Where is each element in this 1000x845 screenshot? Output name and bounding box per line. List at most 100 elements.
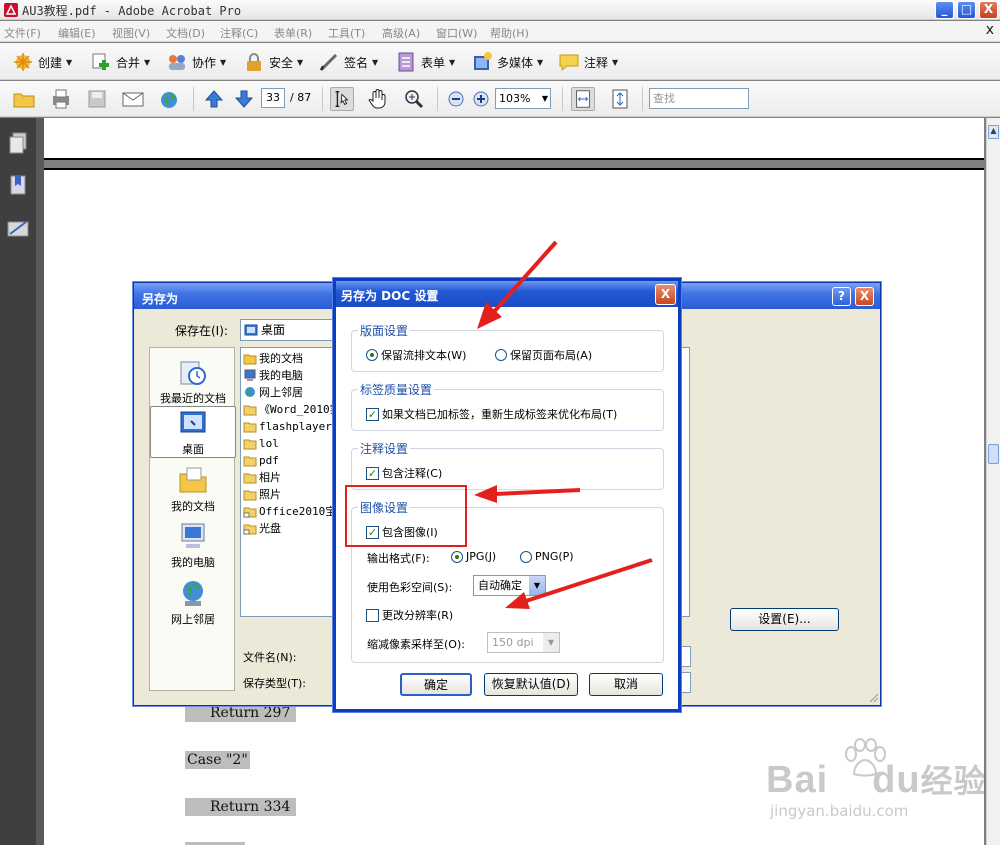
close-document-button[interactable]: x bbox=[986, 22, 994, 38]
place-network[interactable]: 网上邻居 bbox=[150, 577, 236, 627]
retag-option[interactable]: ✓ 如果文档已加标签，重新生成标签来优化布局(T) bbox=[366, 406, 617, 422]
ok-button[interactable]: 确定 bbox=[400, 673, 472, 696]
jpg-option[interactable]: JPG(J) bbox=[451, 550, 496, 563]
bookmarks-icon[interactable] bbox=[8, 174, 28, 196]
page-layout-radio[interactable] bbox=[495, 349, 507, 361]
file-item[interactable]: 网上邻居 bbox=[243, 384, 303, 400]
menu-document[interactable]: 文档(D) bbox=[166, 25, 205, 41]
place-my-computer[interactable]: 我的电脑 bbox=[150, 520, 236, 570]
multimedia-button[interactable]: 多媒体 ▼ bbox=[471, 51, 543, 73]
save-in-combo[interactable]: 桌面 bbox=[240, 319, 336, 341]
place-my-documents[interactable]: 我的文档 bbox=[150, 464, 236, 514]
include-comments-checkbox[interactable]: ✓ bbox=[366, 466, 379, 480]
select-text-icon[interactable] bbox=[330, 87, 354, 111]
sign-button[interactable]: 签名 ▼ bbox=[318, 51, 378, 73]
comment-icon bbox=[559, 54, 579, 72]
file-item[interactable]: 《Word_2010实 bbox=[243, 401, 341, 417]
file-item[interactable]: 我的文档 bbox=[243, 350, 303, 366]
cancel-button[interactable]: 取消 bbox=[589, 673, 663, 696]
forms-button[interactable]: 表单 ▼ bbox=[395, 51, 455, 73]
retag-checkbox[interactable]: ✓ bbox=[366, 407, 379, 421]
doc-settings-close-button[interactable]: X bbox=[655, 284, 676, 305]
recent-documents-icon bbox=[180, 361, 206, 385]
acrobat-icon bbox=[4, 3, 18, 17]
multimedia-icon bbox=[474, 52, 492, 70]
close-window-button[interactable]: X bbox=[979, 1, 998, 19]
code-line-return-334: Return 334 bbox=[185, 798, 297, 816]
desktop-icon bbox=[180, 411, 206, 433]
zoom-out-icon[interactable] bbox=[444, 87, 468, 111]
previous-page-icon[interactable] bbox=[202, 87, 226, 111]
flow-text-radio[interactable] bbox=[366, 349, 378, 361]
flow-text-option[interactable]: 保留流排文本(W) bbox=[366, 347, 466, 363]
scroll-up-icon[interactable]: ▲ bbox=[988, 125, 999, 139]
file-item[interactable]: lol bbox=[243, 435, 279, 451]
filetype-label: 保存类型(T): bbox=[243, 677, 307, 690]
file-item[interactable]: pdf bbox=[243, 452, 279, 468]
vertical-scrollbar[interactable]: ▲ bbox=[986, 118, 1000, 845]
menu-view[interactable]: 视图(V) bbox=[112, 25, 150, 41]
file-item[interactable]: 我的电脑 bbox=[243, 367, 303, 383]
file-item[interactable]: 光盘 bbox=[243, 520, 281, 536]
maximize-button[interactable]: □ bbox=[957, 1, 976, 19]
menu-file[interactable]: 文件(F) bbox=[4, 25, 41, 41]
collaborate-button[interactable]: 协作 ▼ bbox=[166, 51, 226, 73]
menu-edit[interactable]: 编辑(E) bbox=[58, 25, 96, 41]
folder-shortcut-icon bbox=[243, 507, 257, 517]
places-bar: 我最近的文档 桌面 我的文档 我的电脑 网上邻居 bbox=[149, 347, 236, 691]
png-radio[interactable] bbox=[520, 550, 532, 563]
open-folder-icon[interactable] bbox=[12, 87, 36, 111]
save-as-close-button[interactable]: X bbox=[855, 287, 874, 306]
menu-tools[interactable]: 工具(T) bbox=[328, 25, 365, 41]
page-layout-option[interactable]: 保留页面布局(A) bbox=[495, 347, 592, 363]
change-resolution-checkbox[interactable] bbox=[366, 608, 379, 622]
place-desktop[interactable]: 桌面 bbox=[150, 406, 236, 458]
menu-help[interactable]: 帮助(H) bbox=[490, 25, 529, 41]
settings-button[interactable]: 设置(E)... bbox=[730, 608, 839, 631]
print-icon[interactable] bbox=[49, 87, 73, 111]
file-item[interactable]: flashplayer3 bbox=[243, 418, 338, 434]
comment-group-title: 注释设置 bbox=[358, 440, 411, 457]
create-button[interactable]: 创建 ▼ bbox=[12, 51, 72, 73]
file-item[interactable]: 照片 bbox=[243, 486, 281, 502]
downsample-select[interactable]: 150 dpi ▼ bbox=[487, 632, 560, 653]
page-number-input[interactable]: 33 bbox=[261, 88, 285, 108]
minimize-button[interactable]: _ bbox=[935, 1, 954, 19]
menu-comment[interactable]: 注释(C) bbox=[220, 25, 258, 41]
restore-defaults-button[interactable]: 恢复默认值(D) bbox=[484, 673, 578, 696]
hand-tool-icon[interactable] bbox=[366, 87, 390, 111]
folder-icon bbox=[243, 456, 257, 466]
zoom-level-select[interactable]: 103% ▼ bbox=[495, 88, 551, 109]
fit-page-icon[interactable] bbox=[608, 87, 632, 111]
fit-width-icon[interactable] bbox=[571, 87, 595, 111]
title-bar: AU3教程.pdf - Adobe Acrobat Pro _ □ X bbox=[0, 0, 1000, 20]
web-globe-icon[interactable] bbox=[158, 87, 182, 111]
menu-advanced[interactable]: 高级(A) bbox=[382, 25, 420, 41]
jpg-radio[interactable] bbox=[451, 550, 463, 563]
doc-settings-title: 另存为 DOC 设置 bbox=[336, 281, 678, 307]
resize-grip-icon[interactable] bbox=[867, 691, 879, 703]
place-recent[interactable]: 我最近的文档 bbox=[150, 356, 236, 406]
change-resolution-option[interactable]: 更改分辨率(R) bbox=[366, 607, 453, 623]
help-button[interactable]: ? bbox=[832, 287, 851, 306]
save-icon[interactable] bbox=[85, 87, 109, 111]
zoom-in-icon[interactable] bbox=[469, 87, 493, 111]
menu-window[interactable]: 窗口(W) bbox=[436, 25, 477, 41]
pages-icon[interactable] bbox=[8, 132, 28, 154]
include-comments-option[interactable]: ✓ 包含注释(C) bbox=[366, 465, 442, 481]
menu-forms[interactable]: 表单(R) bbox=[274, 25, 312, 41]
file-item[interactable]: 相片 bbox=[243, 469, 281, 485]
comment-button[interactable]: 注释 ▼ bbox=[558, 51, 618, 73]
combine-button[interactable]: 合并 ▼ bbox=[90, 51, 150, 73]
panel-splitter[interactable] bbox=[36, 118, 44, 845]
signatures-icon[interactable] bbox=[6, 218, 30, 240]
zoom-tool-icon[interactable] bbox=[402, 87, 426, 111]
email-icon[interactable] bbox=[121, 87, 145, 111]
scroll-thumb[interactable] bbox=[988, 444, 999, 464]
png-option[interactable]: PNG(P) bbox=[520, 550, 574, 563]
find-input[interactable]: 查找 bbox=[649, 88, 749, 109]
color-space-select[interactable]: 自动确定 ▼ bbox=[473, 575, 546, 596]
security-button[interactable]: 安全 ▼ bbox=[243, 51, 303, 73]
next-page-icon[interactable] bbox=[232, 87, 256, 111]
file-item[interactable]: Office2010宝 bbox=[243, 503, 336, 519]
